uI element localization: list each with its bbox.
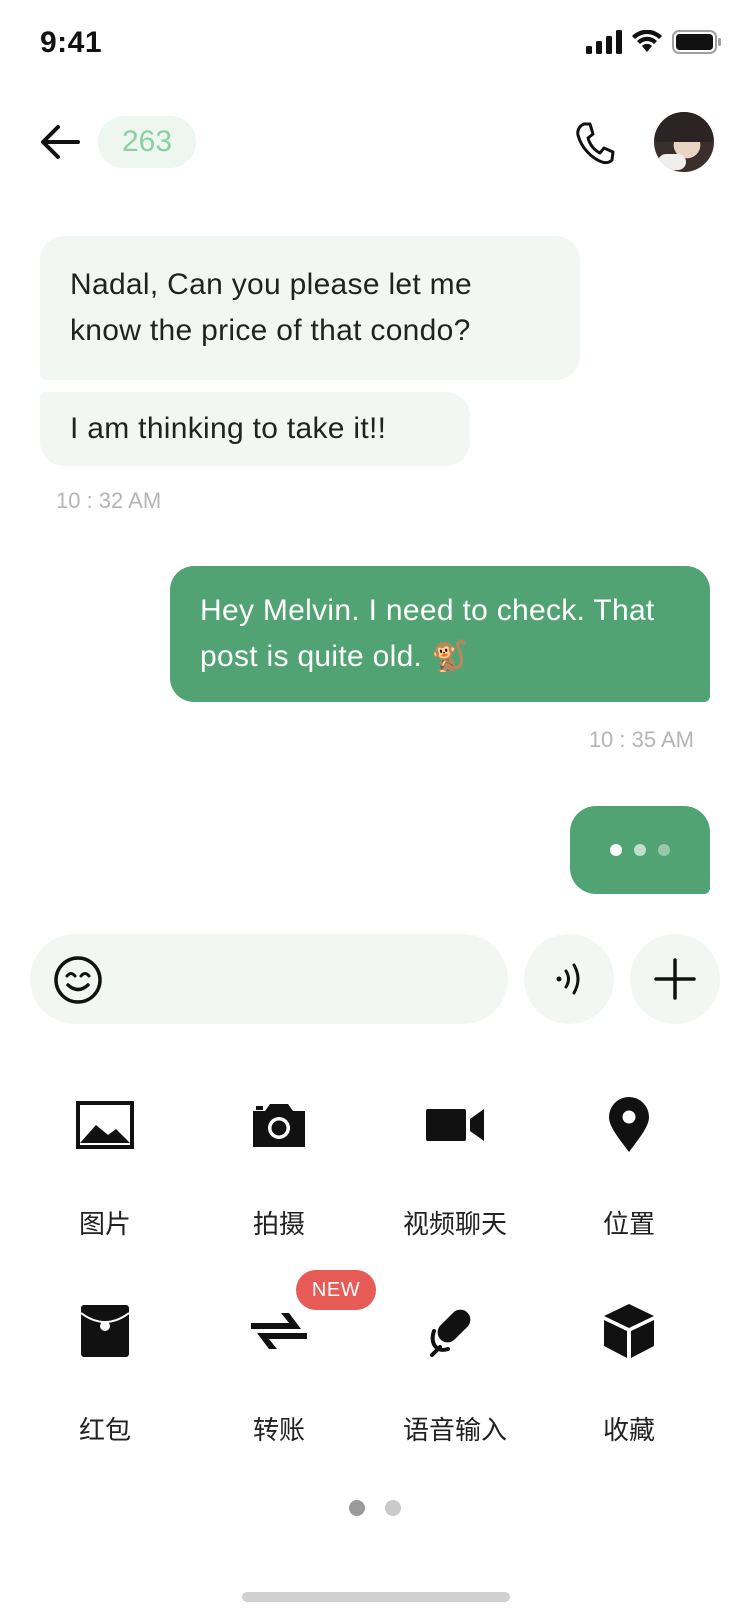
action-label: 红包 xyxy=(78,1416,131,1446)
action-label: 收藏 xyxy=(602,1416,655,1446)
pager-dot-active[interactable] xyxy=(349,1500,365,1516)
location-pin-icon xyxy=(594,1090,664,1160)
action-voice-input[interactable]: 语音输入 xyxy=(362,1266,548,1456)
message-input-bar xyxy=(30,934,508,1024)
action-camera[interactable]: 拍摄 xyxy=(186,1060,372,1250)
red-envelope-icon xyxy=(70,1296,140,1366)
action-label: 拍摄 xyxy=(252,1210,305,1240)
message-timestamp: 10 : 32 AM xyxy=(56,488,162,513)
outgoing-message[interactable]: Hey Melvin. I need to check. That post i… xyxy=(170,566,710,702)
avatar-hair xyxy=(654,112,714,142)
action-favorites[interactable]: 收藏 xyxy=(536,1266,722,1456)
typing-dot xyxy=(610,844,622,856)
video-icon xyxy=(420,1090,490,1160)
arrow-left-icon xyxy=(41,125,80,159)
unread-count-badge[interactable]: 263 xyxy=(98,116,196,168)
smiley-icon xyxy=(54,956,102,1004)
typing-indicator xyxy=(570,806,710,894)
microphone-icon xyxy=(420,1296,490,1366)
transfer-icon xyxy=(244,1296,314,1366)
action-red-envelope[interactable]: 红包 xyxy=(12,1266,198,1456)
voice-button[interactable] xyxy=(524,934,614,1024)
action-label: 图片 xyxy=(78,1210,131,1240)
avatar-shirt xyxy=(658,154,686,170)
action-label: 转账 xyxy=(252,1416,305,1446)
call-button[interactable] xyxy=(570,118,620,168)
message-input[interactable] xyxy=(120,954,490,1004)
chat-header: 263 xyxy=(0,100,750,190)
status-bar: 9:41 xyxy=(0,0,750,90)
more-actions-button[interactable] xyxy=(630,934,720,1024)
message-timestamp: 10 : 35 AM xyxy=(588,727,694,752)
action-image[interactable]: 图片 xyxy=(12,1060,198,1250)
pager-dot[interactable] xyxy=(385,1500,401,1516)
action-label: 语音输入 xyxy=(402,1416,507,1446)
emoji-button[interactable] xyxy=(52,954,104,1006)
phone-icon xyxy=(576,122,615,165)
incoming-message[interactable]: Nadal, Can you please let me know the pr… xyxy=(40,236,580,380)
typing-dot xyxy=(634,844,646,856)
pager xyxy=(0,1500,750,1516)
camera-icon xyxy=(244,1090,314,1160)
status-icons xyxy=(586,30,722,54)
action-video-chat[interactable]: 视频聊天 xyxy=(362,1060,548,1250)
battery-icon xyxy=(672,30,721,54)
voice-wave-icon xyxy=(556,963,580,995)
wifi-icon xyxy=(632,30,662,52)
action-label: 位置 xyxy=(602,1210,655,1240)
action-label: 视频聊天 xyxy=(402,1210,507,1240)
favorites-box-icon xyxy=(594,1296,664,1366)
status-time: 9:41 xyxy=(40,26,103,59)
contact-avatar[interactable] xyxy=(654,112,714,172)
cellular-signal-icon xyxy=(586,30,622,54)
incoming-message[interactable]: I am thinking to take it!! xyxy=(40,392,470,466)
typing-dot xyxy=(658,844,670,856)
back-button[interactable] xyxy=(36,120,84,164)
image-icon xyxy=(70,1090,140,1160)
plus-icon xyxy=(654,958,696,1000)
action-location[interactable]: 位置 xyxy=(536,1060,722,1250)
home-indicator xyxy=(242,1592,510,1602)
new-badge: NEW xyxy=(296,1270,376,1310)
